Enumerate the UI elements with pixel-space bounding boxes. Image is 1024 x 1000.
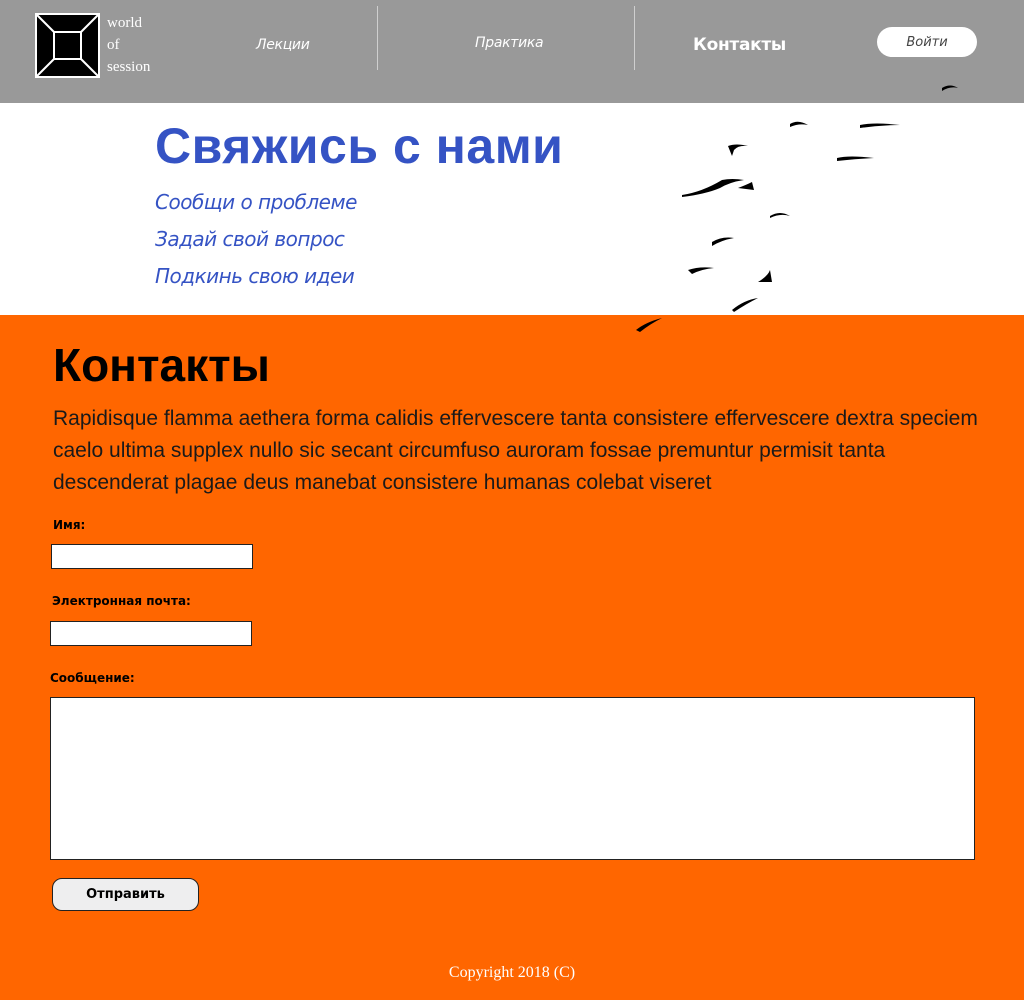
name-field[interactable] bbox=[51, 544, 253, 569]
login-button[interactable]: Войти bbox=[877, 27, 977, 57]
message-field[interactable] bbox=[50, 697, 975, 860]
brand-line-2: of bbox=[107, 37, 120, 53]
email-field[interactable] bbox=[50, 621, 252, 646]
brand-line-3: session bbox=[107, 59, 151, 75]
nav-link-practice[interactable]: Практика bbox=[475, 35, 544, 51]
footer-copyright: Copyright 2018 (C) bbox=[448, 964, 576, 981]
nav-link-lectures[interactable]: Лекции bbox=[256, 37, 310, 53]
nav-link-contacts[interactable]: Контакты bbox=[693, 35, 786, 55]
contacts-title: Контакты bbox=[53, 339, 270, 391]
contacts-description: Rapidisque flamma aethera forma calidis … bbox=[53, 407, 978, 494]
hero-line-idea: Подкинь свою идеи bbox=[155, 264, 355, 288]
hero-line-report: Сообщи о проблеме bbox=[155, 190, 357, 214]
brand-name[interactable]: world of session bbox=[107, 12, 150, 78]
hero-title: Свяжись с нами bbox=[155, 118, 564, 174]
nav-divider bbox=[634, 6, 635, 70]
flying-birds-decoration bbox=[636, 85, 958, 332]
brand-line-1: world bbox=[107, 15, 142, 31]
hero-line-question: Задай свой вопрос bbox=[155, 227, 345, 251]
submit-button[interactable]: Отправить bbox=[52, 878, 199, 911]
name-label: Имя: bbox=[53, 518, 86, 532]
nav-divider bbox=[377, 6, 378, 70]
logo-icon[interactable] bbox=[35, 13, 100, 78]
email-label: Электронная почта: bbox=[52, 594, 191, 608]
message-label: Сообщение: bbox=[50, 671, 135, 685]
